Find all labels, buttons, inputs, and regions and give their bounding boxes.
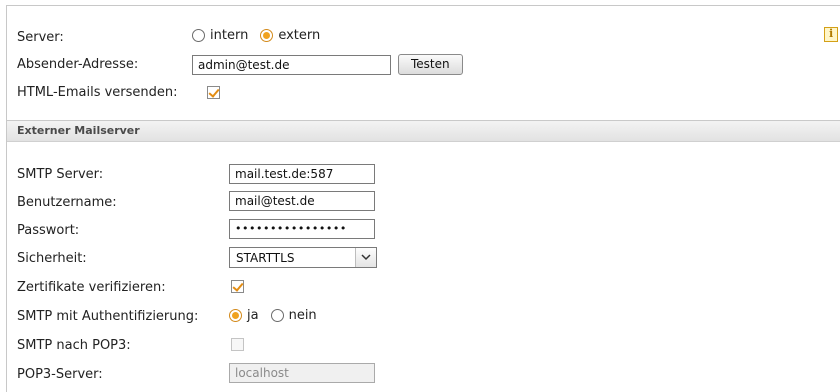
security-select-value: STARTTLS xyxy=(236,251,295,265)
info-glyph: i xyxy=(829,27,834,40)
server-intern-radio[interactable] xyxy=(192,29,205,42)
sender-address-input[interactable]: admin@test.de xyxy=(192,55,391,75)
section-header-external: Externer Mailserver xyxy=(7,120,840,142)
smtp-server-input[interactable]: mail.test.de:587 xyxy=(229,164,375,184)
smtp-auth-no-label[interactable]: nein xyxy=(289,308,317,323)
security-select[interactable]: STARTTLS xyxy=(229,247,377,268)
username-input[interactable]: mail@test.de xyxy=(229,191,375,211)
html-emails-label: HTML-Emails versenden: xyxy=(17,85,178,100)
security-label: Sicherheit: xyxy=(17,251,87,266)
server-extern-label[interactable]: extern xyxy=(278,28,320,43)
server-intern-label[interactable]: intern xyxy=(210,28,248,43)
password-input[interactable]: •••••••••••••••• xyxy=(229,219,375,239)
smtp-auth-label: SMTP mit Authentifizierung: xyxy=(17,309,199,324)
pop3-server-input[interactable]: localhost xyxy=(229,363,375,383)
server-extern-radio[interactable] xyxy=(260,29,274,42)
test-button[interactable]: Testen xyxy=(398,54,463,75)
smtp-after-pop3-checkbox[interactable] xyxy=(231,338,244,351)
info-icon[interactable]: i xyxy=(824,27,838,42)
username-label: Benutzername: xyxy=(17,195,117,210)
chevron-down-icon[interactable] xyxy=(355,248,376,267)
verify-certificates-checkbox[interactable] xyxy=(231,280,244,293)
smtp-auth-yes-label[interactable]: ja xyxy=(247,308,259,323)
sender-address-label: Absender-Adresse: xyxy=(17,57,139,72)
server-label: Server: xyxy=(17,30,64,45)
verify-certificates-label: Zertifikate verifizieren: xyxy=(17,280,166,295)
smtp-auth-yes-radio[interactable] xyxy=(229,309,242,322)
smtp-after-pop3-label: SMTP nach POP3: xyxy=(17,338,131,353)
password-label: Passwort: xyxy=(17,223,80,238)
pop3-server-label: POP3-Server: xyxy=(17,367,103,382)
server-radio-group: intern extern xyxy=(192,28,332,43)
smtp-server-label: SMTP Server: xyxy=(17,167,104,182)
html-emails-checkbox[interactable] xyxy=(207,86,220,99)
section-title: Externer Mailserver xyxy=(17,124,140,137)
smtp-auth-radio-group: ja nein xyxy=(229,308,329,323)
smtp-auth-no-radio[interactable] xyxy=(270,309,284,322)
